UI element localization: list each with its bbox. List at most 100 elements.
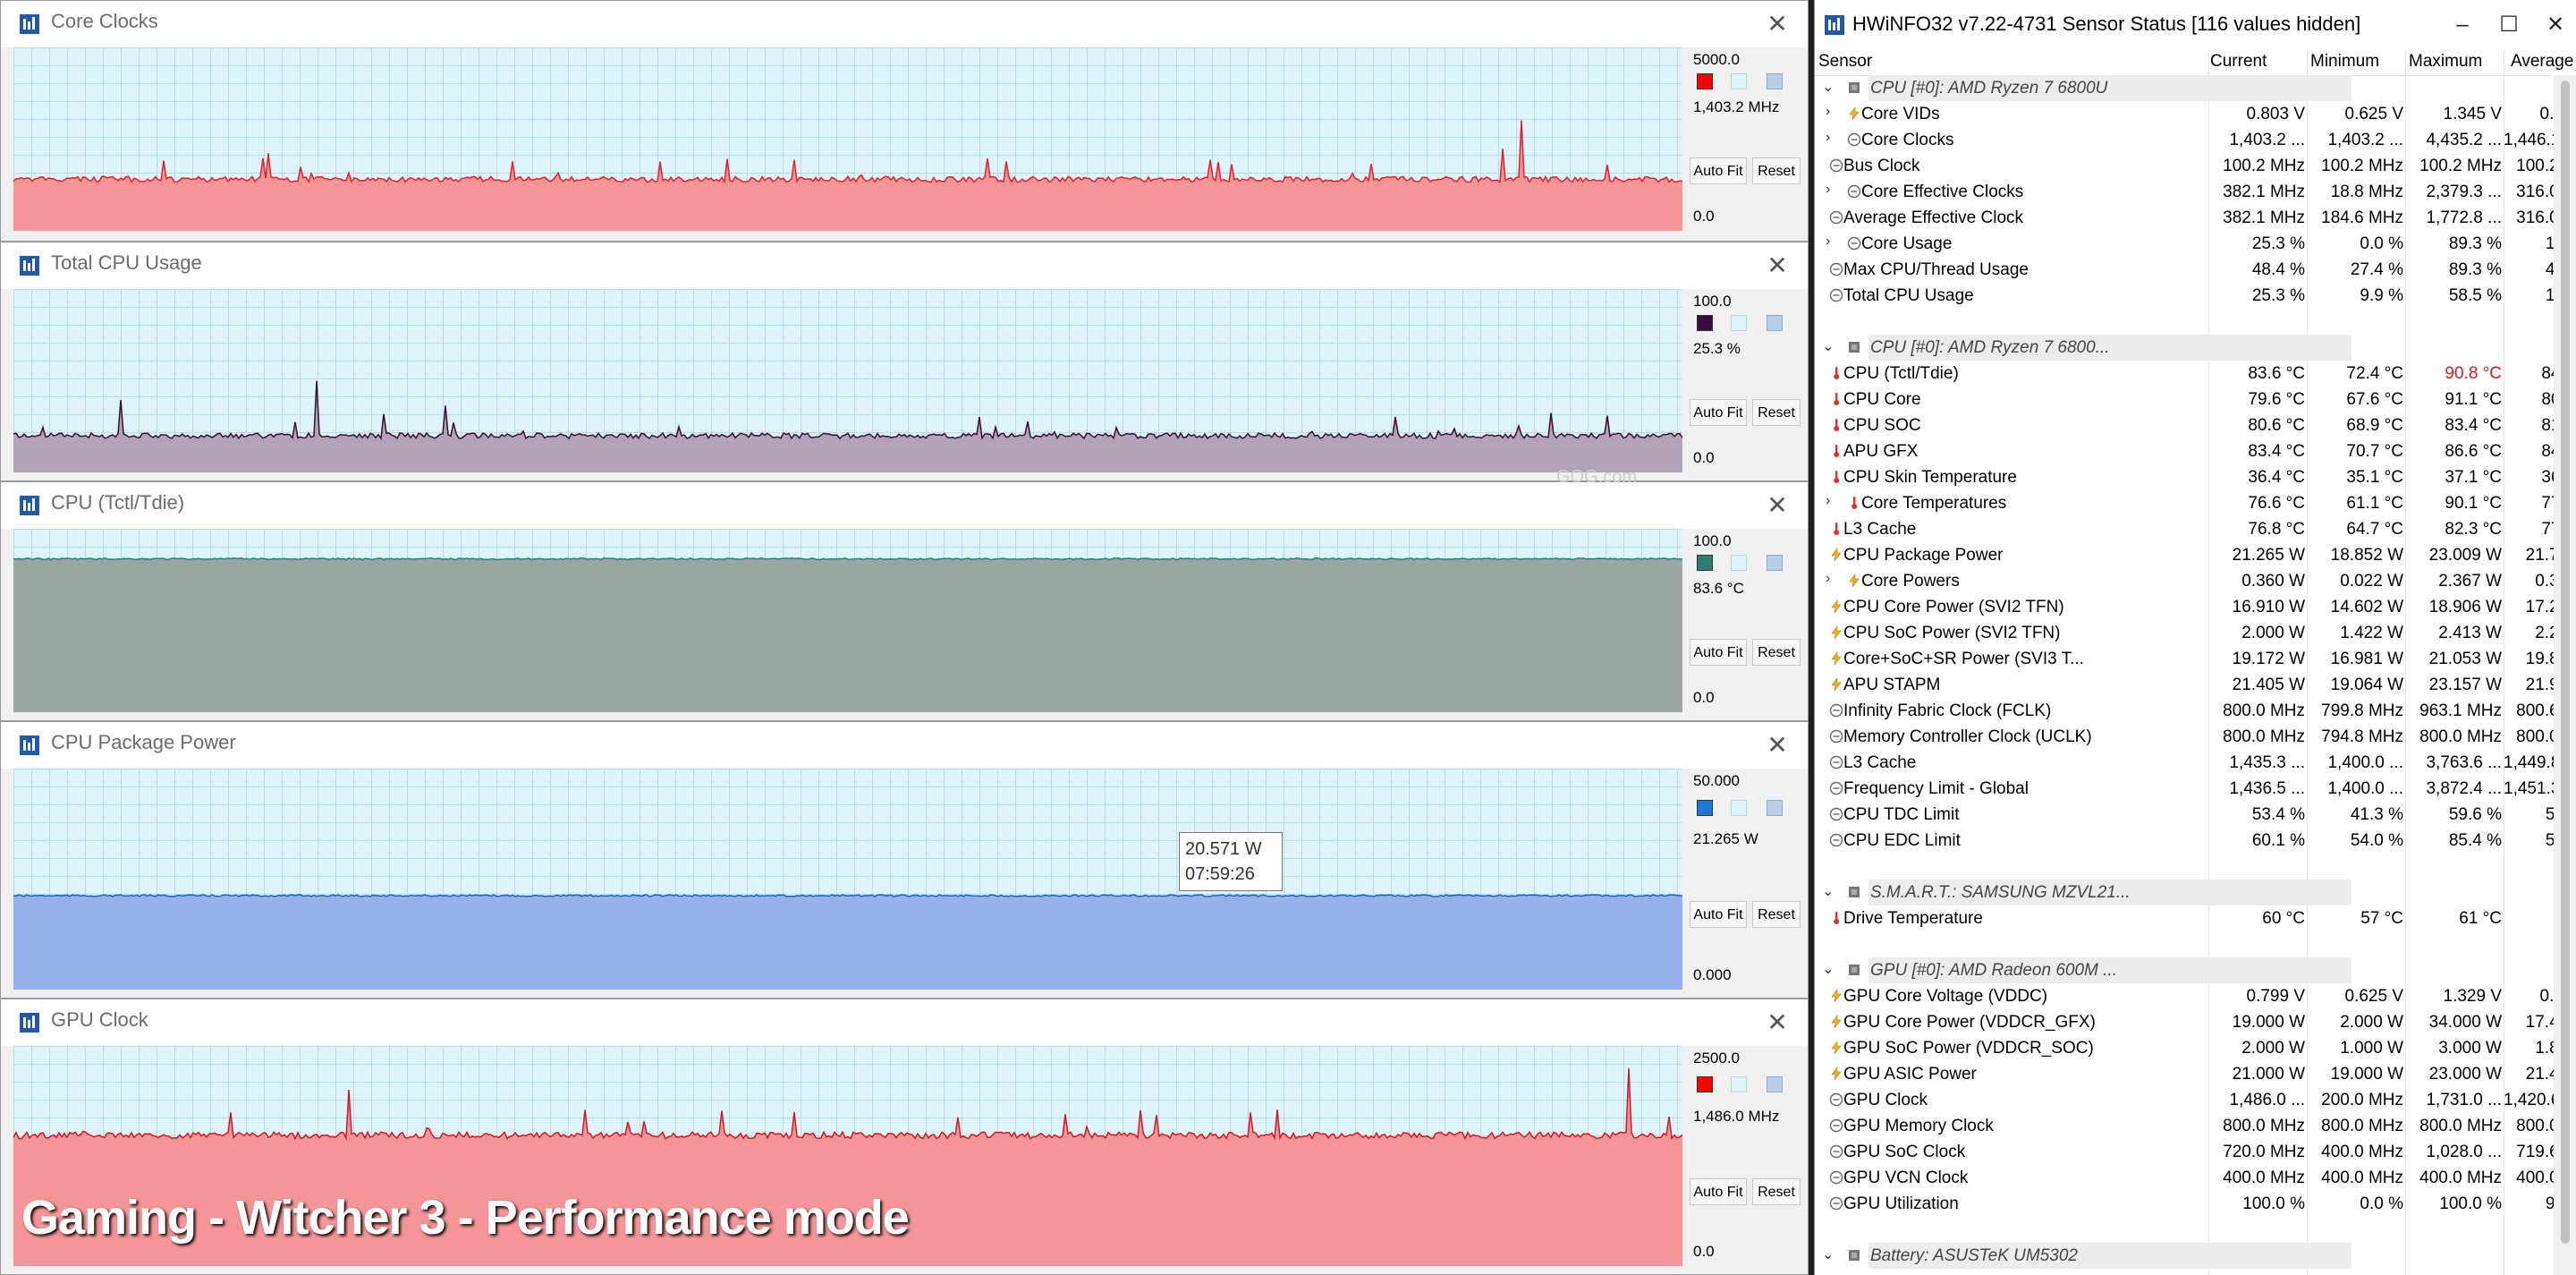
- graph-close-icon[interactable]: ✕: [1759, 6, 1795, 42]
- sensor-row[interactable]: Total CPU Usage25.3 %9.9 %58.5 %19.3 %: [1815, 283, 2576, 309]
- graph-window-3[interactable]: CPU Package Power ✕ 50.000 21.265 W Auto…: [0, 721, 1809, 999]
- header-sensor[interactable]: Sensor: [1818, 52, 1872, 72]
- graph-color-swatch[interactable]: [1697, 315, 1713, 331]
- graph-close-icon[interactable]: ✕: [1759, 248, 1795, 284]
- sensor-row[interactable]: GPU SoC Power (VDDCR_SOC) 2.000 W 1.000 W 3…: [1815, 1035, 2576, 1061]
- sensor-row[interactable]: › Core Clocks 1,403.2 ... 1,403.2 ... 4,435.…: [1815, 127, 2576, 153]
- sensor-row[interactable]: Bus Clock 100.2 MHz 100.2 MHz 100.2 MHz 100.…: [1815, 153, 2576, 179]
- sensor-row[interactable]: › Core Effective Clocks 382.1 MHz 18.8 MHz 2…: [1815, 179, 2576, 205]
- graph-window-2[interactable]: CPU (Tctl/Tdie) ✕ 100.0 83.6 °C Auto Fit…: [0, 481, 1809, 721]
- sensor-row[interactable]: CPU TDC Limit53.4 %41.3 %59.6 %54.6 %: [1815, 802, 2576, 828]
- collapse-chevron-icon[interactable]: ⌄: [1822, 337, 1835, 355]
- graph-titlebar[interactable]: Core Clocks ✕: [1, 1, 1808, 47]
- sensor-row[interactable]: Max CPU/Thread Usage48.4 %27.4 %89.3 %45…: [1815, 257, 2576, 283]
- sensor-group-row[interactable]: ⌄ CPU [#0]: AMD Ryzen 7 6800...: [1815, 335, 2550, 361]
- reset-button[interactable]: Reset: [1752, 901, 1801, 928]
- graph-color-swatch[interactable]: [1697, 555, 1713, 571]
- sensor-row[interactable]: Average Effective Clock 382.1 MHz 184.6 MH…: [1815, 205, 2576, 231]
- reset-button[interactable]: Reset: [1752, 639, 1801, 666]
- sensor-row[interactable]: L3 Cache 1,435.3 ... 1,400.0 ... 3,763.6 ..…: [1815, 750, 2576, 776]
- sensor-row[interactable]: GPU Core Power (VDDCR_GFX) 19.000 W 2.000 …: [1815, 1009, 2576, 1035]
- sensor-row[interactable]: APU STAPM 21.405 W 19.064 W 23.157 W 21.980 …: [1815, 672, 2576, 698]
- sensor-row[interactable]: GPU ASIC Power 21.000 W 19.000 W 23.000 W 21…: [1815, 1061, 2576, 1087]
- header-minimum[interactable]: Minimum: [2310, 52, 2379, 72]
- graph-color-swatch[interactable]: [1697, 800, 1713, 816]
- collapse-chevron-icon[interactable]: ⌄: [1822, 882, 1835, 900]
- sensor-row[interactable]: Infinity Fabric Clock (FCLK) 800.0 MHz 799…: [1815, 698, 2576, 724]
- expand-chevron-icon[interactable]: ›: [1826, 493, 1838, 509]
- graph-window-1[interactable]: Total CPU Usage ✕ 100.0 25.3 % Auto Fit …: [0, 242, 1809, 481]
- maximize-button[interactable]: ☐: [2491, 7, 2527, 43]
- graph-grid-swatch[interactable]: [1767, 555, 1783, 571]
- sensor-row[interactable]: Drive Temperature60 °C57 °C61 °C60 °C: [1815, 905, 2576, 931]
- graph-plot-area[interactable]: [13, 769, 1682, 990]
- auto-fit-button[interactable]: Auto Fit: [1690, 1178, 1747, 1205]
- sensor-row[interactable]: ›Core Temperatures76.6 °C61.1 °C90.1 °C7…: [1815, 490, 2576, 516]
- sensor-row[interactable]: CPU Core Power (SVI2 TFN) 16.910 W 14.602 …: [1815, 594, 2576, 620]
- sensor-row[interactable]: Memory Controller Clock (UCLK) 800.0 MHz 7…: [1815, 724, 2576, 750]
- sensor-group-row[interactable]: ⌄ Battery: ASUSTeK UM5302: [1815, 1243, 2550, 1269]
- graph-grid-swatch[interactable]: [1767, 315, 1783, 331]
- graph-color-swatch[interactable]: [1697, 73, 1713, 89]
- graph-plot-area[interactable]: [13, 47, 1682, 231]
- graph-grid-swatch[interactable]: [1767, 1076, 1783, 1092]
- sensor-row[interactable]: CPU Skin Temperature 36.4 °C 35.1 °C 37.1 °…: [1815, 464, 2576, 490]
- graph-titlebar[interactable]: CPU Package Power ✕: [1, 722, 1808, 769]
- graph-bg-swatch[interactable]: [1731, 73, 1747, 89]
- sensor-row[interactable]: ›Core VIDs0.803 V0.625 V1.345 V0.789 V: [1815, 101, 2576, 127]
- reset-button[interactable]: Reset: [1752, 157, 1801, 184]
- graph-close-icon[interactable]: ✕: [1759, 488, 1795, 523]
- reset-button[interactable]: Reset: [1752, 1178, 1801, 1205]
- collapse-chevron-icon[interactable]: ⌄: [1822, 960, 1835, 978]
- graph-grid-swatch[interactable]: [1767, 73, 1783, 89]
- sensor-row[interactable]: GPU Core Voltage (VDDC) 0.799 V 0.625 V 1.3…: [1815, 983, 2576, 1009]
- sensor-row[interactable]: GPU SoC Clock 720.0 MHz 400.0 MHz 1,028.0 .…: [1815, 1139, 2576, 1165]
- collapse-chevron-icon[interactable]: ⌄: [1822, 1245, 1835, 1263]
- expand-chevron-icon[interactable]: ›: [1826, 104, 1838, 120]
- graph-titlebar[interactable]: GPU Clock ✕: [1, 999, 1808, 1046]
- sensor-row[interactable]: L3 Cache76.8 °C64.7 °C82.3 °C77.3 °C: [1815, 516, 2576, 542]
- expand-chevron-icon[interactable]: ›: [1826, 234, 1838, 250]
- sensor-row[interactable]: CPU SOC80.6 °C68.9 °C83.4 °C81.4 °C: [1815, 412, 2576, 438]
- header-maximum[interactable]: Maximum: [2409, 52, 2482, 72]
- sensor-row[interactable]: CPU Package Power 21.265 W 18.852 W 23.009 …: [1815, 542, 2576, 568]
- sensor-group-row[interactable]: ⌄ CPU [#0]: AMD Ryzen 7 6800U: [1815, 75, 2550, 101]
- sensor-row[interactable]: APU GFX83.4 °C70.7 °C86.6 °C84.4 °C: [1815, 438, 2576, 464]
- sensor-row[interactable]: Frequency Limit - Global 1,436.5 ... 1,400…: [1815, 776, 2576, 802]
- expand-chevron-icon[interactable]: ›: [1826, 571, 1838, 587]
- header-current[interactable]: Current: [2210, 52, 2267, 72]
- graph-color-swatch[interactable]: [1697, 1076, 1713, 1092]
- graph-plot-area[interactable]: [13, 289, 1682, 472]
- sensor-row[interactable]: GPU VCN Clock 400.0 MHz 400.0 MHz 400.0 MHz…: [1815, 1165, 2576, 1191]
- graph-close-icon[interactable]: ✕: [1759, 727, 1795, 763]
- graph-bg-swatch[interactable]: [1731, 1076, 1747, 1092]
- expand-chevron-icon[interactable]: ›: [1826, 130, 1838, 146]
- auto-fit-button[interactable]: Auto Fit: [1690, 399, 1747, 426]
- close-button[interactable]: ✕: [2538, 7, 2573, 43]
- auto-fit-button[interactable]: Auto Fit: [1690, 157, 1747, 184]
- graph-close-icon[interactable]: ✕: [1759, 1005, 1795, 1041]
- sensor-row[interactable]: ›Core Powers0.360 W0.022 W2.367 W0.336 W: [1815, 568, 2576, 594]
- sensor-row[interactable]: GPU Utilization100.0 %0.0 %100.0 %99.6 %: [1815, 1191, 2576, 1217]
- scrollbar-thumb[interactable]: [2561, 81, 2570, 1244]
- header-average[interactable]: Average: [2511, 52, 2573, 72]
- sensor-row[interactable]: CPU EDC Limit60.1 %54.0 %85.4 %59.7 %: [1815, 828, 2576, 854]
- sensor-row[interactable]: GPU Memory Clock 800.0 MHz 800.0 MHz 800.0 …: [1815, 1113, 2576, 1139]
- graph-grid-swatch[interactable]: [1767, 800, 1783, 816]
- auto-fit-button[interactable]: Auto Fit: [1690, 901, 1747, 928]
- graph-titlebar[interactable]: CPU (Tctl/Tdie) ✕: [1, 482, 1808, 529]
- graph-bg-swatch[interactable]: [1731, 315, 1747, 331]
- sensor-row[interactable]: CPU Core79.6 °C67.6 °C91.1 °C80.2 °C: [1815, 387, 2576, 412]
- minimize-button[interactable]: –: [2445, 7, 2480, 43]
- graph-bg-swatch[interactable]: [1731, 555, 1747, 571]
- collapse-chevron-icon[interactable]: ⌄: [1822, 78, 1835, 96]
- auto-fit-button[interactable]: Auto Fit: [1690, 639, 1747, 666]
- graph-bg-swatch[interactable]: [1731, 800, 1747, 816]
- sensor-row[interactable]: Core+SoC+SR Power (SVI3 T... 19.172 W 16.9…: [1815, 646, 2576, 672]
- sensor-group-row[interactable]: ⌄ S.M.A.R.T.: SAMSUNG MZVL21...: [1815, 880, 2550, 905]
- sensor-row[interactable]: CPU (Tctl/Tdie)83.6 °C72.4 °C90.8 °C84.5…: [1815, 361, 2576, 387]
- graph-window-0[interactable]: Core Clocks ✕ 5000.0 1,403.2 MHz Auto Fi…: [0, 0, 1809, 242]
- graph-titlebar[interactable]: Total CPU Usage ✕: [1, 242, 1808, 289]
- sensor-row[interactable]: ›Core Usage25.3 %0.0 %89.3 %19.3 %: [1815, 231, 2576, 257]
- expand-chevron-icon[interactable]: ›: [1826, 182, 1838, 198]
